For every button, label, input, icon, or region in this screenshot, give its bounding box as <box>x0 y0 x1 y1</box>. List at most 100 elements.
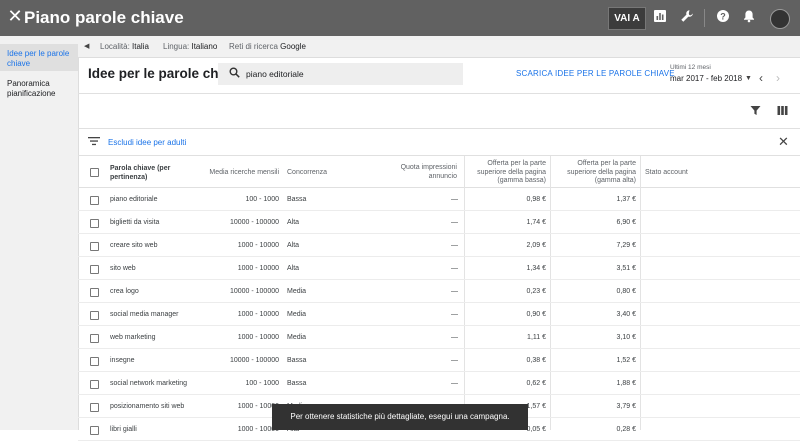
search-value: piano editoriale <box>246 69 304 79</box>
impression-share-cell: — <box>451 196 458 203</box>
column-header-keyword[interactable]: Parola chiave (per pertinenza) <box>110 165 180 182</box>
row-checkbox[interactable] <box>90 242 99 251</box>
competition-cell: Alta <box>287 242 300 249</box>
bid-low-cell: 1,34 € <box>526 265 546 272</box>
page-title: Piano parole chiave <box>24 8 184 27</box>
select-all-checkbox[interactable] <box>90 168 99 177</box>
column-header-competition[interactable]: Concorrenza <box>287 169 347 178</box>
bid-high-cell: 1,52 € <box>616 357 636 364</box>
bid-low-cell: 1,11 € <box>527 334 546 341</box>
divider <box>78 155 800 156</box>
search-icon <box>229 67 240 81</box>
table-row[interactable]: sito web 1000 - 10000 Alta — 1,34 € 3,51 € <box>78 257 800 280</box>
row-checkbox[interactable] <box>90 265 99 274</box>
keyword-cell: sito web <box>110 265 136 272</box>
filter-icon[interactable] <box>750 105 761 119</box>
competition-cell: Alta <box>287 265 300 272</box>
bid-high-cell: 0,80 € <box>616 288 636 295</box>
competition-cell: Media <box>287 288 307 295</box>
table-row[interactable]: creare sito web 1000 - 10000 Alta — 2,09 € 7,… <box>78 234 800 257</box>
searches-cell: 10000 - 100000 <box>229 288 279 295</box>
date-range-select[interactable]: mar 2017 - feb 2018 <box>670 74 742 83</box>
sidebar: Idee per le parole chiave Panoramica pia… <box>0 36 79 430</box>
table-row[interactable]: insegne 10000 - 100000 Bassa — 0,38 € 1,52 € <box>78 349 800 372</box>
column-header-searches[interactable]: Media ricerche mensili <box>200 169 279 178</box>
bid-low-cell: 0,90 € <box>526 311 546 318</box>
language-filter[interactable]: Lingua: Italiano <box>163 36 217 57</box>
competition-cell: Media <box>287 311 307 318</box>
goto-button[interactable]: VAI A <box>608 7 646 30</box>
search-input[interactable]: piano editoriale <box>218 63 463 85</box>
download-ideas-button[interactable]: SCARICA IDEE PER LE PAROLE CHIAVE <box>516 69 675 78</box>
table-row[interactable]: social network marketing 100 - 1000 Bassa —… <box>78 372 800 395</box>
keyword-cell: creare sito web <box>110 242 158 249</box>
bid-high-cell: 3,10 € <box>616 334 636 341</box>
competition-cell: Alta <box>287 219 300 226</box>
filter-list-icon <box>88 136 100 149</box>
column-header-account-status[interactable]: Stato account <box>645 169 705 178</box>
sidebar-item-keyword-ideas[interactable]: Idee per le parole chiave <box>0 44 78 71</box>
keyword-cell: crea logo <box>110 288 139 295</box>
searches-cell: 100 - 1000 <box>245 380 279 387</box>
row-checkbox[interactable] <box>90 288 99 297</box>
table-row[interactable]: web marketing 1000 - 10000 Media — 1,11 € 3,1… <box>78 326 800 349</box>
chevron-left-icon[interactable]: ‹ <box>759 71 763 85</box>
bid-low-cell: 2,09 € <box>526 242 546 249</box>
searches-cell: 100 - 1000 <box>245 196 279 203</box>
row-checkbox[interactable] <box>90 334 99 343</box>
snackbar: Per ottenere statistiche più dettagliate… <box>272 404 528 430</box>
dropdown-arrow-icon[interactable]: ▼ <box>745 75 752 82</box>
columns-icon[interactable] <box>777 105 788 119</box>
exclude-adult-filter[interactable]: Escludi idee per adulti <box>108 138 186 147</box>
bid-high-cell: 1,88 € <box>616 380 636 387</box>
close-icon[interactable]: ✕ <box>778 134 789 150</box>
close-icon[interactable]: ✕ <box>6 7 24 25</box>
bid-high-cell: 3,51 € <box>616 265 636 272</box>
row-checkbox[interactable] <box>90 196 99 205</box>
table-row[interactable]: piano editoriale 100 - 1000 Bassa — 0,98 € 1,… <box>78 188 800 211</box>
competition-cell: Bassa <box>287 357 307 364</box>
searches-cell: 1000 - 10000 <box>237 242 279 249</box>
impression-share-cell: — <box>451 334 458 341</box>
location-filter[interactable]: Località: Italia <box>100 36 149 57</box>
divider <box>78 128 800 129</box>
row-checkbox[interactable] <box>90 311 99 320</box>
wrench-icon[interactable] <box>678 9 696 27</box>
impression-share-cell: — <box>451 242 458 249</box>
bid-high-cell: 7,29 € <box>616 242 636 249</box>
chevron-right-icon[interactable]: › <box>776 71 780 85</box>
table-row[interactable]: biglietti da visita 10000 - 100000 Alta — 1,… <box>78 211 800 234</box>
reports-icon[interactable] <box>651 9 669 27</box>
sidebar-item-plan-overview[interactable]: Panoramica pianificazione <box>0 74 78 101</box>
network-filter[interactable]: Reti di ricerca Google <box>229 36 306 57</box>
avatar[interactable] <box>770 9 790 29</box>
row-checkbox[interactable] <box>90 403 99 412</box>
row-checkbox[interactable] <box>90 219 99 228</box>
collapse-left-icon[interactable]: ◀ <box>84 36 89 57</box>
help-icon[interactable]: ? <box>714 9 732 27</box>
keyword-cell: social media manager <box>110 311 179 318</box>
divider <box>78 93 800 94</box>
searches-cell: 1000 - 10000 <box>237 311 279 318</box>
column-header-impression-share[interactable]: Quota impressioni annuncio <box>387 164 457 181</box>
table-row[interactable]: crea logo 10000 - 100000 Media — 0,23 € 0,80 … <box>78 280 800 303</box>
table-row[interactable]: social media manager 1000 - 10000 Media — 0,… <box>78 303 800 326</box>
bell-icon[interactable] <box>740 9 758 27</box>
column-header-bid-high[interactable]: Offerta per la parte superiore della pag… <box>553 160 636 186</box>
column-header-bid-low[interactable]: Offerta per la parte superiore della pag… <box>466 160 546 186</box>
impression-share-cell: — <box>451 357 458 364</box>
date-range-label: Ultimi 12 mesi <box>670 64 711 71</box>
bid-high-cell: 6,90 € <box>616 219 636 226</box>
keyword-cell: posizionamento siti web <box>110 403 185 410</box>
competition-cell: Media <box>287 334 307 341</box>
row-checkbox[interactable] <box>90 380 99 389</box>
row-checkbox[interactable] <box>90 357 99 366</box>
bid-high-cell: 3,40 € <box>616 311 636 318</box>
keyword-cell: piano editoriale <box>110 196 158 203</box>
impression-share-cell: — <box>451 288 458 295</box>
impression-share-cell: — <box>451 219 458 226</box>
row-checkbox[interactable] <box>90 426 99 435</box>
bid-low-cell: 1,74 € <box>526 219 546 226</box>
keyword-cell: social network marketing <box>110 380 188 387</box>
svg-text:?: ? <box>720 11 726 21</box>
